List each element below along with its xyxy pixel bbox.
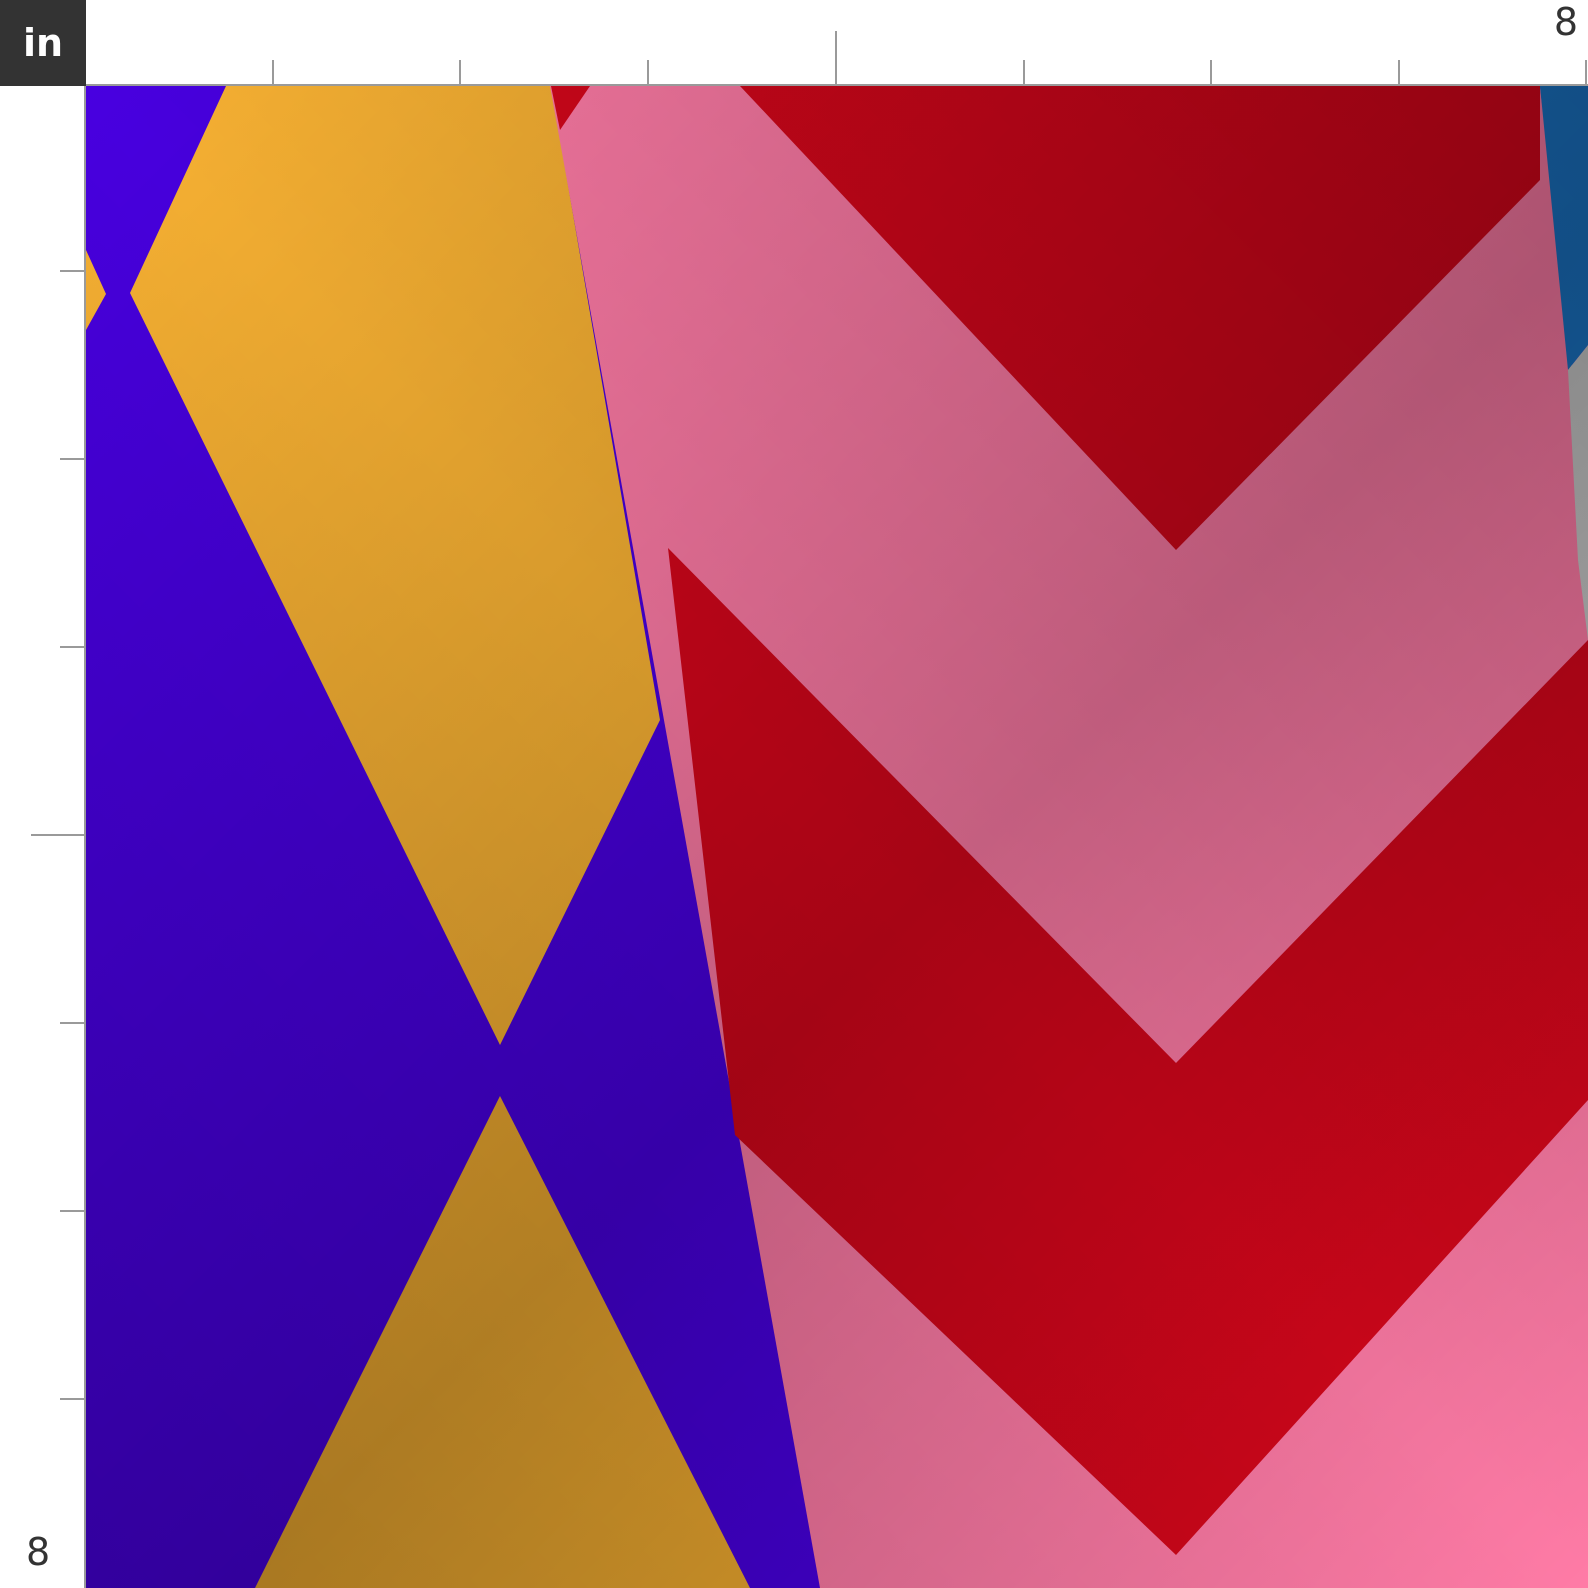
fabric-shading-secondary <box>86 86 1588 1588</box>
fabric-pattern <box>86 86 1588 1588</box>
fabric-swatch <box>86 86 1588 1588</box>
